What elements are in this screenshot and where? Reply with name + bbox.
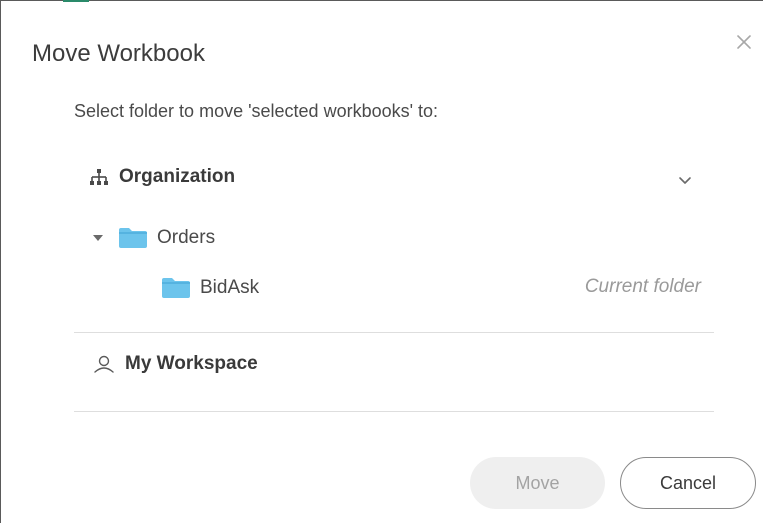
- hierarchy-icon: [89, 168, 109, 186]
- cancel-button[interactable]: Cancel: [620, 457, 756, 509]
- organization-label: Organization: [119, 166, 236, 187]
- move-workbook-dialog: Move Workbook Select folder to move 'sel…: [0, 0, 763, 523]
- my-workspace-label: My Workspace: [125, 353, 258, 374]
- current-folder-note: Current folder: [584, 276, 701, 297]
- bidask-label: BidAsk: [200, 277, 260, 298]
- move-button[interactable]: Move: [470, 457, 605, 509]
- tree-item-orders[interactable]: Orders: [92, 223, 215, 253]
- close-icon[interactable]: [734, 32, 754, 52]
- caret-down-icon[interactable]: [92, 234, 104, 242]
- chevron-down-icon[interactable]: [678, 172, 692, 184]
- folder-icon: [161, 277, 191, 299]
- orders-label: Orders: [157, 227, 216, 248]
- move-prompt: Select folder to move 'selected workbook…: [74, 101, 439, 121]
- top-accent-line: [63, 0, 89, 2]
- tree-item-bidask[interactable]: BidAsk Current folder: [161, 273, 701, 303]
- divider: [74, 411, 714, 412]
- tree-item-organization[interactable]: Organization: [89, 162, 701, 192]
- tree-item-my-workspace[interactable]: My Workspace: [93, 349, 258, 379]
- dialog-title: Move Workbook: [32, 40, 205, 67]
- folder-icon: [118, 227, 148, 249]
- divider: [74, 332, 714, 333]
- user-icon: [93, 354, 115, 374]
